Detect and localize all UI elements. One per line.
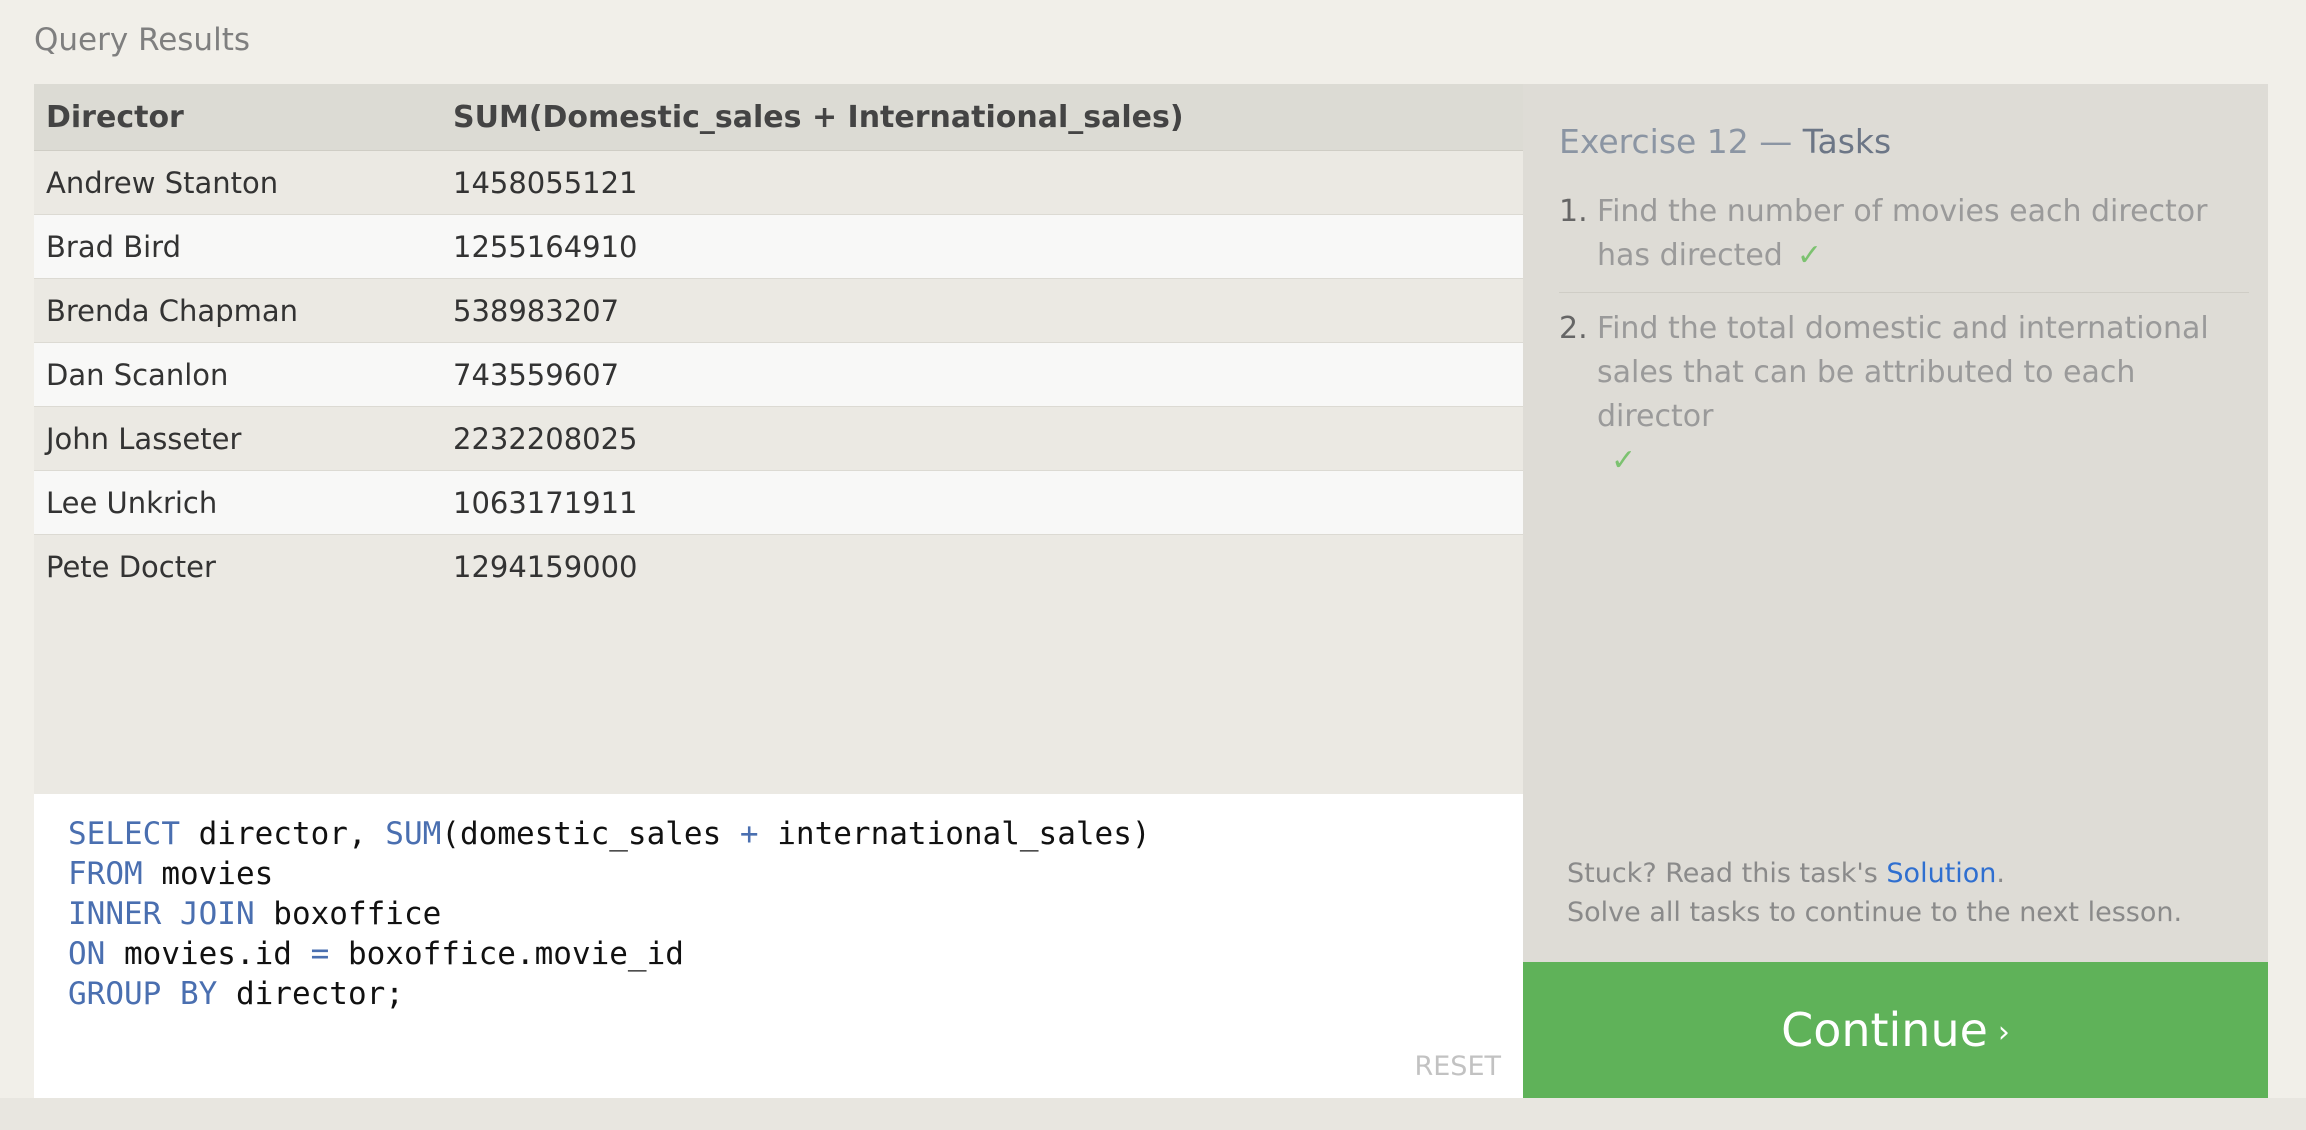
solution-link[interactable]: Solution — [1886, 858, 1996, 889]
task-text: Find the number of movies each director … — [1597, 194, 2208, 273]
sql-keyword: ON — [68, 936, 106, 972]
sql-text: boxoffice.movie_id — [329, 936, 684, 972]
chevron-right-icon: › — [1997, 1015, 2010, 1050]
cell-sum: 1255164910 — [441, 214, 1523, 279]
sql-text: director; — [217, 976, 404, 1012]
sql-text: movies — [142, 856, 274, 892]
code-line: ON movies.id = boxoffice.movie_id — [68, 936, 684, 972]
sql-text: (domestic_sales — [441, 816, 740, 852]
table-row: Lee Unkrich 1063171911 — [34, 470, 1523, 535]
cell-sum: 1294159000 — [441, 534, 1523, 598]
solve-note: Solve all tasks to continue to the next … — [1567, 897, 2183, 928]
continue-label: Continue — [1781, 1003, 1988, 1057]
query-results-title: Query Results — [34, 22, 251, 58]
sql-operator: = — [310, 936, 330, 972]
cell-sum: 1458055121 — [441, 150, 1523, 215]
cell-sum: 743559607 — [441, 342, 1523, 407]
sql-keyword: SUM — [385, 816, 442, 852]
table-row: Brenda Chapman 538983207 — [34, 278, 1523, 343]
sql-text: international_sales) — [758, 816, 1151, 852]
sql-keyword: GROUP BY — [68, 976, 218, 1012]
cell-director: Brad Bird — [34, 214, 441, 279]
sql-editor[interactable]: SELECT director, SUM(domestic_sales + in… — [34, 794, 1523, 1098]
column-header-director: Director — [34, 84, 441, 151]
cell-director: Pete Docter — [34, 534, 441, 598]
table-row: Brad Bird 1255164910 — [34, 214, 1523, 279]
stuck-hint: Stuck? Read this task's Solution. Solve … — [1567, 854, 2182, 932]
sql-keyword: INNER JOIN — [68, 896, 255, 932]
cell-sum: 2232208025 — [441, 406, 1523, 471]
cell-director: Lee Unkrich — [34, 470, 441, 535]
task-text: Find the total domestic and internationa… — [1597, 311, 2209, 434]
table-row: Andrew Stanton 1458055121 — [34, 150, 1523, 215]
exercise-page: Query Results Director SUM(Domestic_sale… — [0, 0, 2306, 1130]
sql-text: movies.id — [105, 936, 311, 972]
task-list: 1. Find the number of movies each direct… — [1559, 190, 2249, 511]
results-panel: Director SUM(Domestic_sales + Internatio… — [34, 84, 1523, 1098]
table-row: John Lasseter 2232208025 — [34, 406, 1523, 471]
table-row: Pete Docter 1294159000 — [34, 534, 1523, 598]
reset-button[interactable]: RESET — [1414, 1051, 1501, 1082]
sql-code[interactable]: SELECT director, SUM(domestic_sales + in… — [68, 814, 1151, 1014]
sql-keyword: FROM — [68, 856, 143, 892]
table-row: Dan Scanlon 743559607 — [34, 342, 1523, 407]
sql-text: boxoffice — [254, 896, 442, 932]
task-number: 2. — [1559, 311, 1588, 346]
cell-director: Andrew Stanton — [34, 150, 441, 215]
code-line: INNER JOIN boxoffice — [68, 896, 441, 932]
sql-text: director, — [179, 816, 386, 852]
task-item: 2. Find the total domestic and internati… — [1559, 307, 2249, 497]
bottom-strip — [0, 1098, 2306, 1130]
continue-button[interactable]: Continue › — [1523, 962, 2268, 1098]
cell-sum: 1063171911 — [441, 470, 1523, 535]
sql-keyword: SELECT — [68, 816, 180, 852]
stuck-suffix: . — [1996, 858, 2006, 889]
task-item: 1. Find the number of movies each direct… — [1559, 190, 2249, 293]
stuck-text: Stuck? Read this task's — [1567, 858, 1887, 889]
tasks-label: Tasks — [1802, 122, 1892, 161]
results-header-row: Director SUM(Domestic_sales + Internatio… — [34, 84, 1523, 151]
task-number: 1. — [1559, 194, 1588, 229]
results-table: Director SUM(Domestic_sales + Internatio… — [34, 84, 1523, 598]
cell-director: John Lasseter — [34, 406, 441, 471]
checkmark-icon: ✓ — [1611, 443, 1637, 478]
code-line: SELECT director, SUM(domestic_sales + in… — [68, 816, 1151, 852]
tasks-title: Exercise 12 — Tasks — [1559, 122, 1891, 161]
sql-operator: + — [739, 816, 759, 852]
code-line: GROUP BY director; — [68, 976, 404, 1012]
cell-sum: 538983207 — [441, 278, 1523, 343]
exercise-label: Exercise 12 — — [1559, 122, 1803, 161]
cell-director: Brenda Chapman — [34, 278, 441, 343]
cell-director: Dan Scanlon — [34, 342, 441, 407]
column-header-sum: SUM(Domestic_sales + International_sales… — [441, 84, 1523, 151]
checkmark-icon: ✓ — [1796, 238, 1822, 273]
tasks-panel: Exercise 12 — Tasks 1. Find the number o… — [1523, 84, 2268, 1098]
code-line: FROM movies — [68, 856, 273, 892]
